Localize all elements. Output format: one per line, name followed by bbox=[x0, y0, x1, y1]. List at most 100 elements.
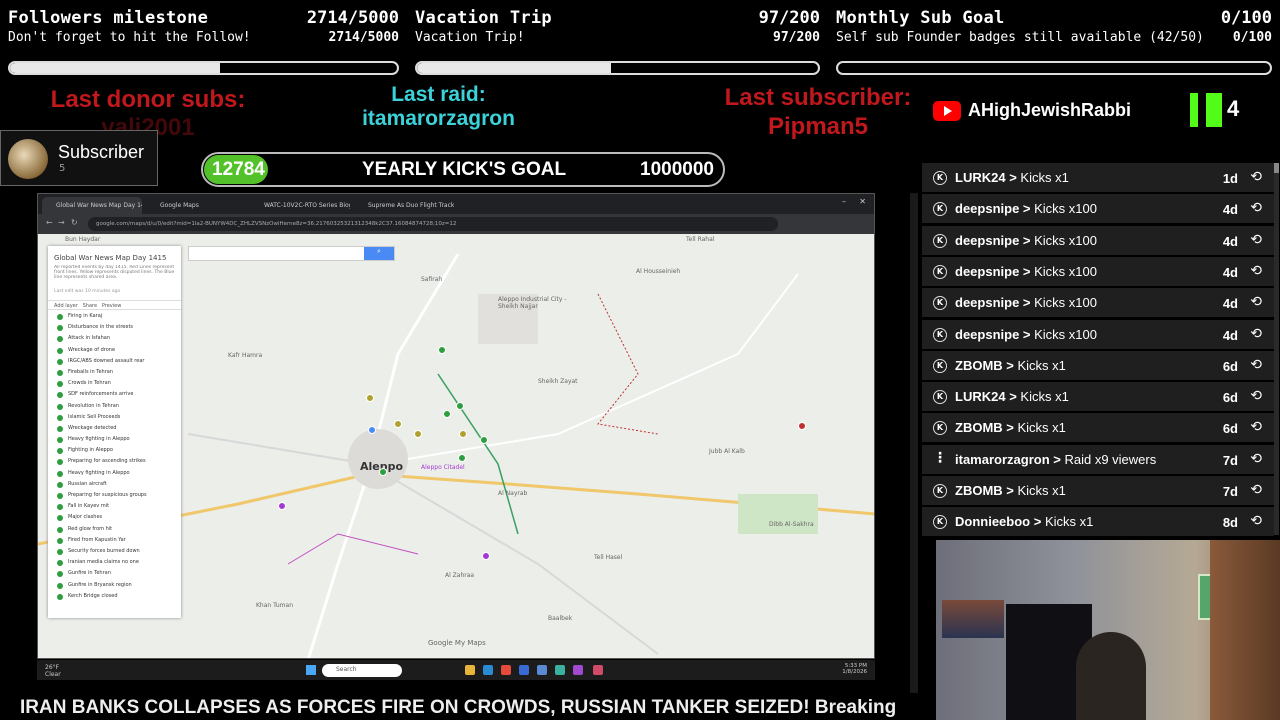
map-marker[interactable] bbox=[798, 422, 806, 430]
app-icon[interactable] bbox=[573, 665, 583, 675]
tab-war-map[interactable]: Global War News Map Day 14... bbox=[42, 197, 142, 214]
layer-item[interactable]: Gunfire in Bryansk region bbox=[48, 581, 181, 592]
forward-icon[interactable]: → bbox=[58, 218, 65, 227]
event-text: deepsnipe > Kicks x100 bbox=[955, 327, 1097, 342]
event-text: deepsnipe > Kicks x100 bbox=[955, 233, 1097, 248]
url-input[interactable]: google.com/maps/d/u/0/edit?mid=1la2-BUNY… bbox=[88, 217, 778, 231]
layer-item[interactable]: Heavy fighting in Aleppo bbox=[48, 435, 181, 446]
event-row[interactable]: K Donnieeboo > Kicks x1 8d ⟲ bbox=[922, 507, 1274, 537]
layer-item[interactable]: Gunfire in Tehran bbox=[48, 569, 181, 580]
goal-count: 0/100 bbox=[1220, 8, 1272, 28]
layer-item[interactable]: Crowds in Tehran bbox=[48, 379, 181, 390]
replay-icon[interactable]: ⟲ bbox=[1250, 513, 1262, 529]
share-button[interactable]: Share bbox=[83, 303, 97, 309]
clock[interactable]: 5:33 PM 1/8/2026 bbox=[837, 663, 867, 675]
layer-item[interactable]: Firing in Karaj bbox=[48, 312, 181, 323]
start-icon[interactable] bbox=[306, 665, 316, 675]
replay-icon[interactable]: ⟲ bbox=[1250, 232, 1262, 248]
event-row[interactable]: ⋮ itamarorzagron > Raid x9 viewers 7d ⟲ bbox=[922, 444, 1274, 474]
mail-icon[interactable] bbox=[537, 665, 547, 675]
layer-item[interactable]: Major clashes bbox=[48, 513, 181, 524]
app-icon[interactable] bbox=[555, 665, 565, 675]
map-marker[interactable] bbox=[414, 430, 422, 438]
tab-biograph[interactable]: WATC-10V2C-RTO Series Biograph... bbox=[250, 197, 350, 214]
tab-flight-tracker[interactable]: Supreme As Duo Flight Tracker bbox=[354, 197, 454, 214]
file-explorer-icon[interactable] bbox=[465, 665, 475, 675]
layer-item[interactable]: Fired from Kapustin Yar bbox=[48, 536, 181, 547]
replay-icon[interactable]: ⟲ bbox=[1250, 294, 1262, 310]
reload-icon[interactable]: ↻ bbox=[71, 218, 78, 227]
search-button[interactable]: ⌕ bbox=[364, 247, 394, 260]
event-list-scrollbar[interactable] bbox=[1274, 163, 1279, 535]
layer-item[interactable]: Wreckage of drone bbox=[48, 346, 181, 357]
replay-icon[interactable]: ⟲ bbox=[1250, 326, 1262, 342]
layer-item[interactable]: Islamic Seli Proceeds bbox=[48, 413, 181, 424]
map-marker[interactable] bbox=[438, 346, 446, 354]
goal-progress-fill bbox=[10, 63, 221, 73]
layer-item[interactable]: IRGC/ABS downed assault rear bbox=[48, 357, 181, 368]
map-marker[interactable] bbox=[278, 502, 286, 510]
map-marker[interactable] bbox=[443, 410, 451, 418]
layer-item[interactable]: SDF reinforcements arrive bbox=[48, 390, 181, 401]
map-marker[interactable] bbox=[458, 454, 466, 462]
event-row[interactable]: Kdeepsnipe > Kicks x100 4d ⟲ bbox=[922, 319, 1274, 349]
replay-icon[interactable]: ⟲ bbox=[1250, 419, 1262, 435]
event-row[interactable]: K LURK24 > Kicks x1 6d ⟲ bbox=[922, 382, 1274, 412]
layer-item[interactable]: Attack in Isfahan bbox=[48, 334, 181, 345]
tab-google-maps[interactable]: Google Maps bbox=[146, 197, 246, 214]
replay-icon[interactable]: ⟲ bbox=[1250, 263, 1262, 279]
layer-item[interactable]: Russian aircraft bbox=[48, 480, 181, 491]
chrome-icon[interactable] bbox=[501, 665, 511, 675]
layer-item[interactable]: Wreckage detected bbox=[48, 424, 181, 435]
layer-item[interactable]: Red glow from hit bbox=[48, 525, 181, 536]
layer-item[interactable]: Fireballs in Tehran bbox=[48, 368, 181, 379]
map-marker[interactable] bbox=[368, 426, 376, 434]
event-user: ZBOMB bbox=[955, 483, 1003, 498]
map-marker[interactable] bbox=[459, 430, 467, 438]
event-row[interactable]: K ZBOMB > Kicks x1 6d ⟲ bbox=[922, 413, 1274, 443]
event-row[interactable]: K ZBOMB > Kicks x1 7d ⟲ bbox=[922, 476, 1274, 505]
replay-icon[interactable]: ⟲ bbox=[1250, 482, 1262, 498]
app-icon[interactable] bbox=[593, 665, 603, 675]
event-row[interactable]: K ZBOMB > Kicks x1 6d ⟲ bbox=[922, 350, 1274, 380]
map-view[interactable]: Global War News Map Day 1415 All reporte… bbox=[38, 234, 874, 658]
layer-item[interactable]: Preparing for suspicious groups bbox=[48, 491, 181, 502]
layer-item[interactable]: Kerch Bridge closed bbox=[48, 592, 181, 603]
map-search-input[interactable]: ⌕ bbox=[188, 246, 395, 261]
preview-button[interactable]: Preview bbox=[102, 303, 121, 309]
replay-icon[interactable]: ⟲ bbox=[1250, 200, 1262, 216]
store-icon[interactable] bbox=[519, 665, 529, 675]
replay-icon[interactable]: ⟲ bbox=[1250, 451, 1262, 467]
layer-item[interactable]: Preparing for ascending strikes bbox=[48, 457, 181, 468]
layer-item[interactable]: Iranian media claims no one bbox=[48, 558, 181, 569]
layer-item[interactable]: Security forces burned down bbox=[48, 547, 181, 558]
edge-icon[interactable] bbox=[483, 665, 493, 675]
kick-icon: K bbox=[933, 296, 947, 311]
layer-item[interactable]: Fall in Kayev mit bbox=[48, 502, 181, 513]
close-icon[interactable]: ✕ bbox=[859, 197, 866, 206]
weather-widget[interactable]: 26°F Clear bbox=[45, 664, 75, 678]
layer-item[interactable]: Fighting in Aleppo bbox=[48, 446, 181, 457]
event-row[interactable]: Kdeepsnipe > Kicks x100 4d ⟲ bbox=[922, 225, 1274, 255]
layer-item[interactable]: Disturbance in the streets bbox=[48, 323, 181, 334]
youtube-icon bbox=[933, 101, 961, 121]
back-icon[interactable]: ← bbox=[46, 218, 53, 227]
event-row[interactable]: Kdeepsnipe > Kicks x100 4d ⟲ bbox=[922, 288, 1274, 318]
map-marker[interactable] bbox=[480, 436, 488, 444]
add-layer-button[interactable]: Add layer bbox=[54, 303, 78, 309]
replay-icon[interactable]: ⟲ bbox=[1250, 388, 1262, 404]
event-row[interactable]: Kdeepsnipe > Kicks x100 4d ⟲ bbox=[922, 256, 1274, 286]
minimize-icon[interactable]: – bbox=[842, 197, 846, 206]
map-marker[interactable] bbox=[366, 394, 374, 402]
map-marker[interactable] bbox=[394, 420, 402, 428]
replay-icon[interactable]: ⟲ bbox=[1250, 357, 1262, 373]
replay-icon[interactable]: ⟲ bbox=[1250, 169, 1262, 185]
map-marker[interactable] bbox=[482, 552, 490, 560]
layer-item[interactable]: Heavy fighting in Aleppo bbox=[48, 469, 181, 480]
event-row[interactable]: Kdeepsnipe > Kicks x100 4d ⟲ bbox=[922, 194, 1274, 224]
taskbar-search-input[interactable]: Search bbox=[322, 664, 402, 677]
event-row[interactable]: K LURK24 > Kicks x1 1d ⟲ bbox=[922, 163, 1274, 192]
layer-item[interactable]: Revolution in Tehran bbox=[48, 402, 181, 413]
map-marker[interactable] bbox=[379, 468, 387, 476]
map-marker[interactable] bbox=[456, 402, 464, 410]
